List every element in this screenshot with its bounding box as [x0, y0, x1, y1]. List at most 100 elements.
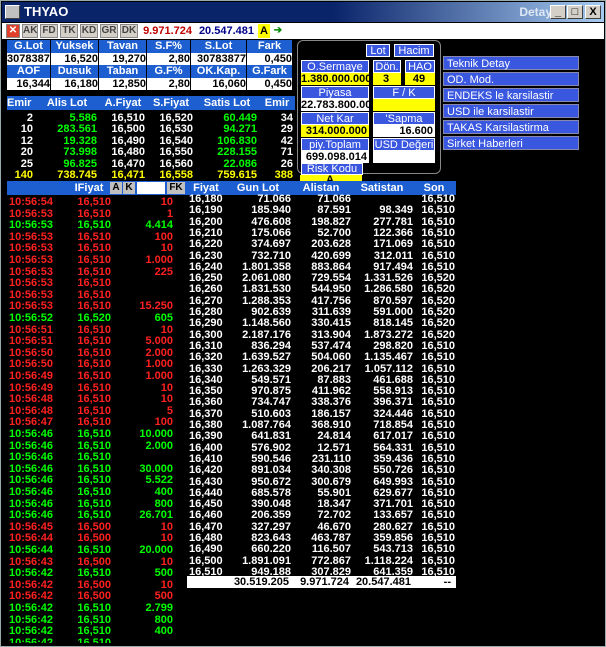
depth-cell: 16,480	[189, 532, 223, 544]
window-title: THYAO	[24, 4, 69, 19]
trade-price: 16,510	[77, 404, 111, 417]
tb-button-ak[interactable]: AK	[22, 24, 38, 38]
depth-cell: 16,510	[421, 441, 455, 454]
sell-volume: 20.547.481	[198, 25, 254, 37]
depth-cell: 16,510	[421, 193, 455, 205]
tb-button-fd[interactable]: FD	[40, 24, 58, 38]
depth-cell: 368.910	[311, 419, 351, 431]
depth-cell: 16,490	[189, 543, 223, 556]
summary-value: 2,80	[147, 78, 190, 90]
depth-cell: 590.546	[251, 452, 291, 465]
tb-button-kd[interactable]: KD	[80, 24, 98, 38]
trade-col-a[interactable]: A	[110, 182, 122, 194]
depth-cell: 16,510	[421, 204, 455, 217]
depth-cell: 359.436	[373, 452, 413, 465]
trade-list[interactable]: IFiyat A K FK 10:56:54 16,510 10 10:56:53 16,510…	[7, 181, 187, 643]
orderbook-cell: 5.586	[69, 112, 97, 124]
depth-cell: 16,510	[421, 486, 455, 499]
link-endeks-le-karsilastir[interactable]: ENDEKS le karsilastir	[443, 88, 579, 102]
depth-cell: 16,430	[189, 475, 223, 488]
depth-cell: 16,510	[421, 543, 455, 556]
depth-cell: 16,510	[421, 226, 455, 239]
summary-value: 19,270	[99, 53, 146, 65]
depth-cell: 16,520	[421, 317, 455, 330]
trade-time: 10:56:46	[9, 439, 54, 452]
lot-button[interactable]: Lot	[366, 44, 390, 57]
trade-price: 16,500	[77, 590, 111, 603]
link-usd-ile-karsilastir[interactable]: USD ile karsilastir	[443, 104, 579, 118]
depth-cell: 16,440	[189, 486, 223, 499]
piyasa-value: 22.783.800.000	[301, 99, 378, 111]
depth-total: --	[443, 576, 451, 588]
summary-label: Tavan	[99, 40, 146, 53]
depth-cell: 16,250	[189, 272, 223, 285]
trade-time: 10:56:47	[9, 416, 54, 429]
depth-cell: 1.135.467	[364, 351, 413, 364]
trade-price: 16,510	[77, 497, 111, 510]
orderbook-cell: 16,530	[159, 123, 193, 136]
orderbook-cell: 106.830	[217, 134, 257, 147]
trade-lot: 500	[154, 567, 173, 580]
orderbook-cell: 16,500	[111, 123, 145, 136]
trade-time: 10:56:52	[9, 312, 54, 324]
trade-price: 16,510	[77, 474, 111, 487]
depth-cell: 206.217	[311, 362, 351, 375]
summary-value: 30783877	[191, 53, 246, 65]
close-sub-icon[interactable]: ✕	[6, 24, 20, 38]
trade-price: 16,510	[77, 625, 111, 638]
tb-button-dk[interactable]: DK	[120, 24, 138, 38]
trade-col-k[interactable]: K	[123, 182, 135, 194]
trade-lot: 500	[154, 590, 173, 603]
summary-label: S.Lot	[191, 40, 246, 53]
depth-cell: 390.048	[251, 498, 291, 511]
maximize-button[interactable]: □	[567, 5, 583, 19]
trade-time: 10:56:43	[9, 555, 54, 568]
depth-cell: 16,510	[421, 430, 455, 443]
depth-cell: 1.057.112	[364, 362, 413, 375]
summary-value: 12,850	[99, 78, 146, 90]
orderbook-cell: 16,490	[111, 134, 145, 147]
depth-total: 9.971.724	[300, 576, 349, 588]
summary-value: 30783877	[7, 53, 56, 65]
depth-cell: 16,510	[421, 554, 455, 567]
trade-price: 16,510	[77, 346, 111, 359]
trade-price: 16,510	[77, 265, 111, 278]
depth-cell: 16,520	[421, 294, 455, 307]
trade-time: 10:56:45	[9, 520, 54, 533]
depth-cell: 16,510	[421, 396, 455, 409]
trade-price: 16,510	[77, 323, 111, 336]
trade-price: 16,510	[77, 393, 111, 406]
arrow-right-icon[interactable]: ➔	[272, 24, 284, 38]
trade-time: 10:56:46	[9, 474, 54, 487]
link-sirket-haberleri[interactable]: Sirket Haberleri	[443, 136, 579, 150]
close-button[interactable]: X	[585, 5, 601, 19]
trade-lot: 2.799	[145, 602, 173, 614]
link-takas-karsilastirma[interactable]: TAKAS Karsilastirma	[443, 120, 579, 134]
depth-cell: 16,520	[421, 283, 455, 296]
depth-cell: 883.864	[311, 260, 351, 273]
trade-header: IFiyat A K FK	[7, 181, 187, 195]
tb-button-tk[interactable]: TK	[60, 24, 78, 38]
depth-cell: 16,510	[421, 475, 455, 488]
tb-button-gr[interactable]: GR	[100, 24, 118, 38]
depth-cell: 175.066	[251, 226, 291, 239]
summary-label: S.F%	[147, 40, 190, 53]
trade-time: 10:56:51	[9, 335, 54, 348]
trade-col-fk[interactable]: FK	[167, 182, 185, 194]
link-od-mod-[interactable]: OD. Mod.	[443, 72, 579, 86]
o-sermaye-label: O.Sermaye	[301, 60, 369, 73]
trade-price: 16,510	[77, 277, 111, 290]
depth-cell: 818.145	[373, 317, 413, 330]
depth-cell: 280.627	[373, 520, 413, 533]
trade-lot: 2.000	[145, 439, 173, 452]
price-depth-table[interactable]: Fiyat Gun Lot Alistan Satistan Son 16,180 71.0…	[187, 181, 456, 591]
minimize-button[interactable]: _	[550, 5, 566, 19]
hacim-button[interactable]: Hacim	[394, 44, 434, 57]
fundamentals-panel: Lot Hacim O.Sermaye Dön. HAO 1.380.000.0…	[297, 40, 441, 175]
depth-cell: 16,400	[189, 441, 223, 454]
depth-cell: 16,510	[421, 339, 455, 352]
depth-cell: 396.371	[373, 396, 413, 409]
link-teknik-detay[interactable]: Teknik Detay	[443, 56, 579, 70]
trade-time: 10:56:48	[9, 393, 54, 406]
trade-lot: 15.250	[139, 300, 173, 313]
